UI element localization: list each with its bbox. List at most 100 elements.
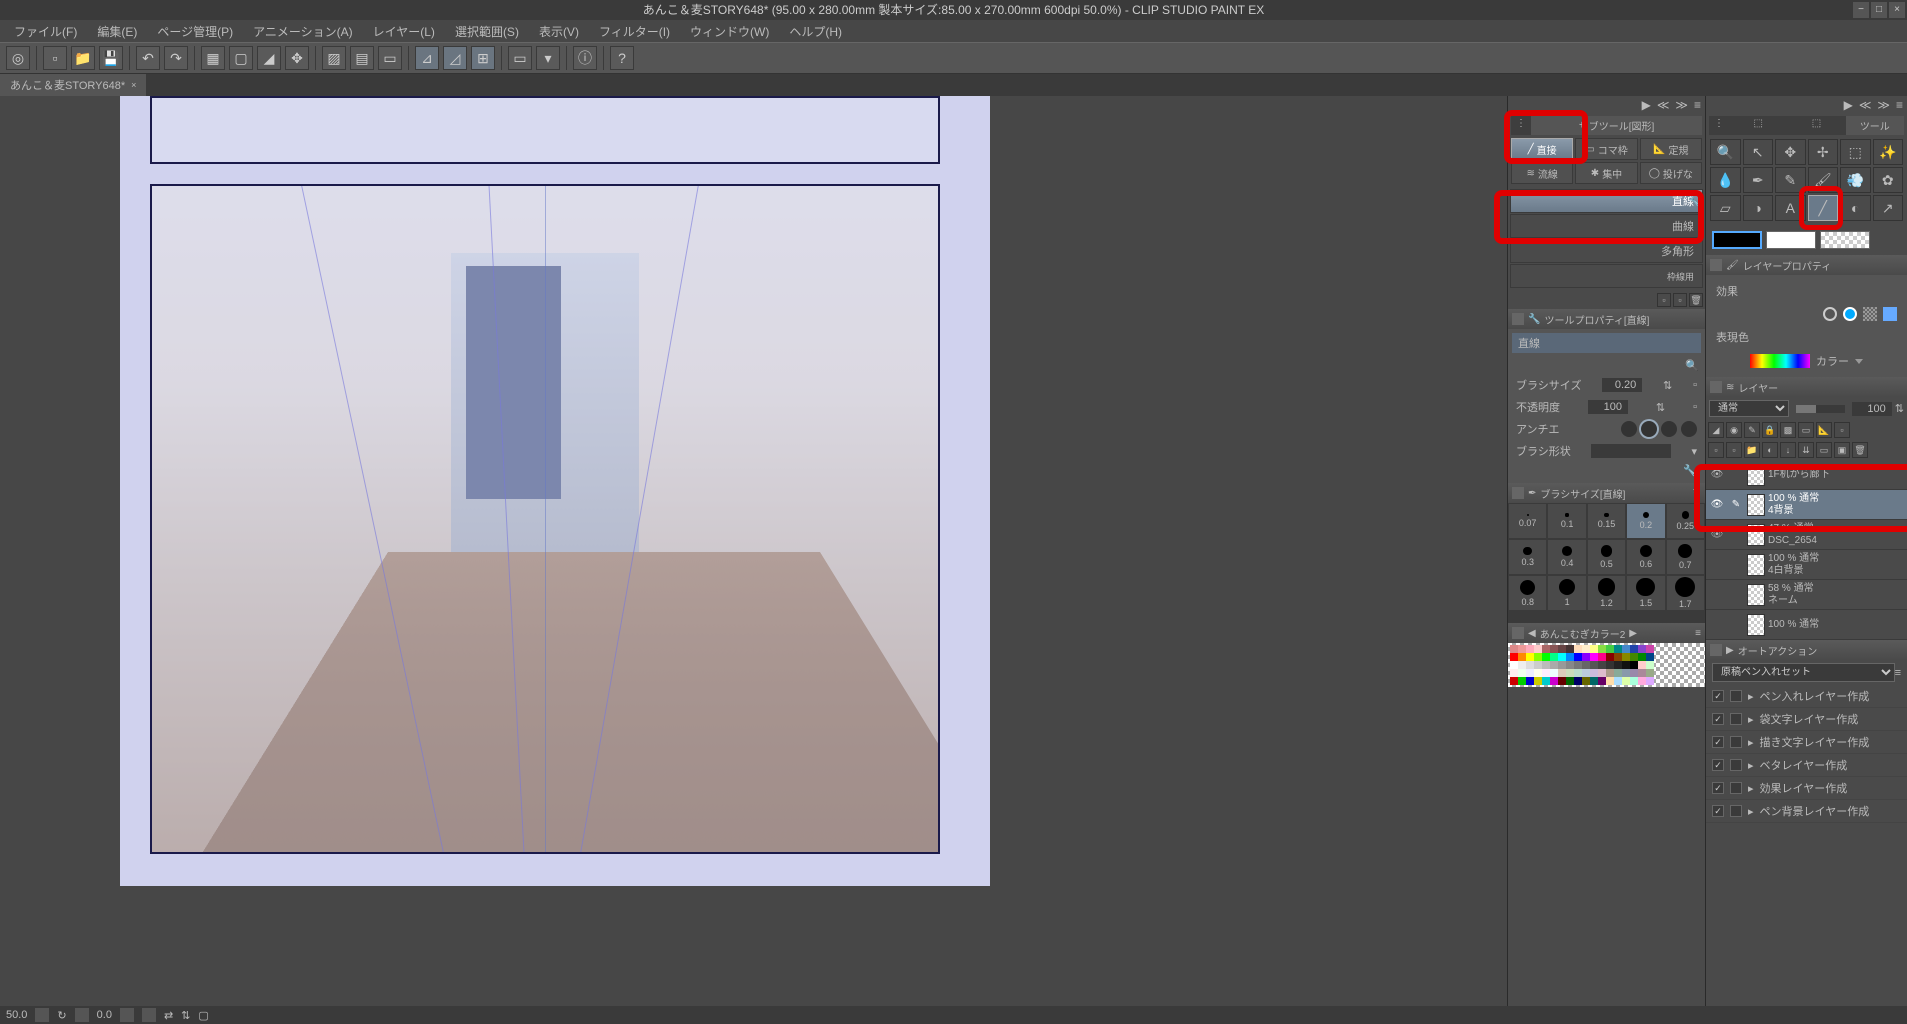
brushsize-cell[interactable]: 0.1	[1547, 503, 1586, 539]
grip-icon[interactable]	[1512, 487, 1524, 499]
airbrush-tool-icon[interactable]: 💨	[1840, 167, 1871, 193]
palette-swatch[interactable]	[1526, 653, 1534, 661]
palette-swatch[interactable]	[1590, 653, 1598, 661]
brushsize-cell[interactable]: 0.5	[1587, 539, 1626, 575]
apply-mask-icon[interactable]: ▣	[1834, 442, 1850, 458]
palette-swatch[interactable]	[1638, 645, 1646, 653]
palette-menu-icon[interactable]: ≡	[1695, 628, 1701, 639]
menu-help[interactable]: ヘルプ(H)	[779, 20, 852, 43]
palette-swatch[interactable]	[1510, 653, 1518, 661]
subtool-lasso[interactable]: ◯ 投げな	[1640, 162, 1702, 184]
palette-swatch[interactable]	[1646, 677, 1654, 685]
dropdown-icon[interactable]: ▾	[536, 46, 560, 70]
cmd-tab[interactable]: ⬚	[1787, 116, 1845, 135]
grip-icon[interactable]	[1710, 381, 1722, 393]
layer-row[interactable]: 👁 ✎ 100 % 通常4背景	[1706, 490, 1907, 520]
layercolor-icon[interactable]: ▫	[1834, 422, 1850, 438]
clip-icon[interactable]: ◢	[1708, 422, 1724, 438]
menu-icon[interactable]: ≡	[1896, 98, 1903, 112]
operation-tool-icon[interactable]: ✥	[1775, 139, 1806, 165]
palette-swatch[interactable]	[1542, 645, 1550, 653]
palette-swatch[interactable]	[1606, 669, 1614, 677]
palette-swatch[interactable]	[1534, 677, 1542, 685]
flip-v-icon[interactable]: ⇅	[181, 1009, 190, 1022]
undo-icon[interactable]: ↶	[136, 46, 160, 70]
eraser-tool-icon[interactable]: ▱	[1710, 195, 1741, 221]
tone2-icon[interactable]: ▤	[350, 46, 374, 70]
palette-swatch[interactable]	[1550, 653, 1558, 661]
canvas-area[interactable]	[0, 96, 1507, 1006]
layer-row[interactable]: 100 % 通常4白背景	[1706, 550, 1907, 580]
layer-row[interactable]: 58 % 通常ネーム	[1706, 580, 1907, 610]
palette-swatch[interactable]	[1582, 653, 1590, 661]
blend-tool-icon[interactable]: ◑	[1743, 195, 1774, 221]
checkbox-icon[interactable]: ✓	[1712, 736, 1724, 748]
palette-swatch[interactable]	[1566, 645, 1574, 653]
grip-icon[interactable]	[1710, 644, 1722, 656]
palette-swatch[interactable]	[1598, 669, 1606, 677]
next-icon[interactable]: ≫	[1675, 98, 1688, 112]
grip-icon[interactable]: ⋮	[1709, 116, 1729, 135]
deselect-icon[interactable]: ▢	[229, 46, 253, 70]
anti-weak-icon[interactable]	[1641, 421, 1657, 437]
prop-brushsize-value[interactable]: 0.20	[1602, 378, 1642, 392]
open-icon[interactable]: 📁	[71, 46, 95, 70]
palette-swatch[interactable]	[1598, 677, 1606, 685]
deco-tool-icon[interactable]: ✿	[1873, 167, 1904, 193]
transfer-icon[interactable]: ↓	[1780, 442, 1796, 458]
anti-none-icon[interactable]	[1621, 421, 1637, 437]
autoaction-item[interactable]: ✓▸描き文字レイヤー作成	[1706, 731, 1907, 754]
menu-icon[interactable]: ≡	[1694, 98, 1701, 112]
link-icon[interactable]: ▫	[1693, 379, 1697, 391]
palette-swatch[interactable]	[1590, 677, 1598, 685]
eyedropper-tool-icon[interactable]: 💧	[1710, 167, 1741, 193]
snap-ruler-icon[interactable]: ⊿	[415, 46, 439, 70]
palette-swatch[interactable]	[1518, 669, 1526, 677]
text-tool-icon[interactable]: A	[1775, 195, 1806, 221]
brushsize-cell[interactable]: 1.2	[1587, 575, 1626, 611]
save-icon[interactable]: 💾	[99, 46, 123, 70]
maximize-icon[interactable]: □	[1871, 2, 1887, 18]
fill-icon[interactable]: ◢	[257, 46, 281, 70]
palette-swatch[interactable]	[1638, 661, 1646, 669]
express-mode[interactable]: カラー	[1816, 353, 1849, 369]
correct-tool-icon[interactable]: ↗	[1873, 195, 1904, 221]
transparent-color[interactable]	[1820, 231, 1870, 249]
palette-swatch[interactable]	[1550, 677, 1558, 685]
mask-icon[interactable]: ▭	[1798, 422, 1814, 438]
play-icon[interactable]: ▶	[1642, 98, 1651, 112]
palette-swatch[interactable]	[1526, 645, 1534, 653]
palette-swatch[interactable]	[1598, 653, 1606, 661]
next-icon[interactable]: ≫	[1877, 98, 1890, 112]
eye-icon[interactable]: 👁	[1706, 529, 1728, 540]
figure-tool-icon[interactable]: ╱	[1808, 195, 1839, 221]
grip-icon[interactable]	[1512, 313, 1524, 325]
palette-swatch[interactable]	[1526, 677, 1534, 685]
subtool-grip-icon[interactable]: ⋮	[1511, 116, 1531, 135]
rec-icon[interactable]	[1730, 782, 1742, 794]
palette-swatch[interactable]	[1566, 677, 1574, 685]
tool-tab[interactable]: ツール	[1846, 116, 1904, 135]
palette-swatch[interactable]	[1622, 669, 1630, 677]
grip-icon[interactable]	[1512, 627, 1524, 639]
delete-icon[interactable]: ▦	[201, 46, 225, 70]
new-raster-icon[interactable]: ▫	[1708, 442, 1724, 458]
palette-swatch[interactable]	[1630, 661, 1638, 669]
palette-swatch[interactable]	[1622, 661, 1630, 669]
wrench-icon[interactable]: 🔧	[1689, 196, 1700, 207]
palette-swatch[interactable]	[1574, 661, 1582, 669]
merge-icon[interactable]: ⇊	[1798, 442, 1814, 458]
blend-mode-select[interactable]: 通常	[1709, 400, 1789, 417]
palette-swatch[interactable]	[1518, 661, 1526, 669]
snap-special-icon[interactable]: ◿	[443, 46, 467, 70]
brushsize-cell[interactable]: 0.15	[1587, 503, 1626, 539]
palette-swatch[interactable]	[1558, 669, 1566, 677]
palette-swatch[interactable]	[1574, 653, 1582, 661]
rec-icon[interactable]	[1730, 690, 1742, 702]
palette-swatch[interactable]	[1550, 645, 1558, 653]
palette-swatch[interactable]	[1614, 661, 1622, 669]
autoaction-menu-icon[interactable]: ≡	[1895, 667, 1901, 679]
rec-icon[interactable]	[1730, 736, 1742, 748]
autoaction-item[interactable]: ✓▸ペン入れレイヤー作成	[1706, 685, 1907, 708]
brushsize-scrollbar[interactable]	[1508, 611, 1705, 623]
